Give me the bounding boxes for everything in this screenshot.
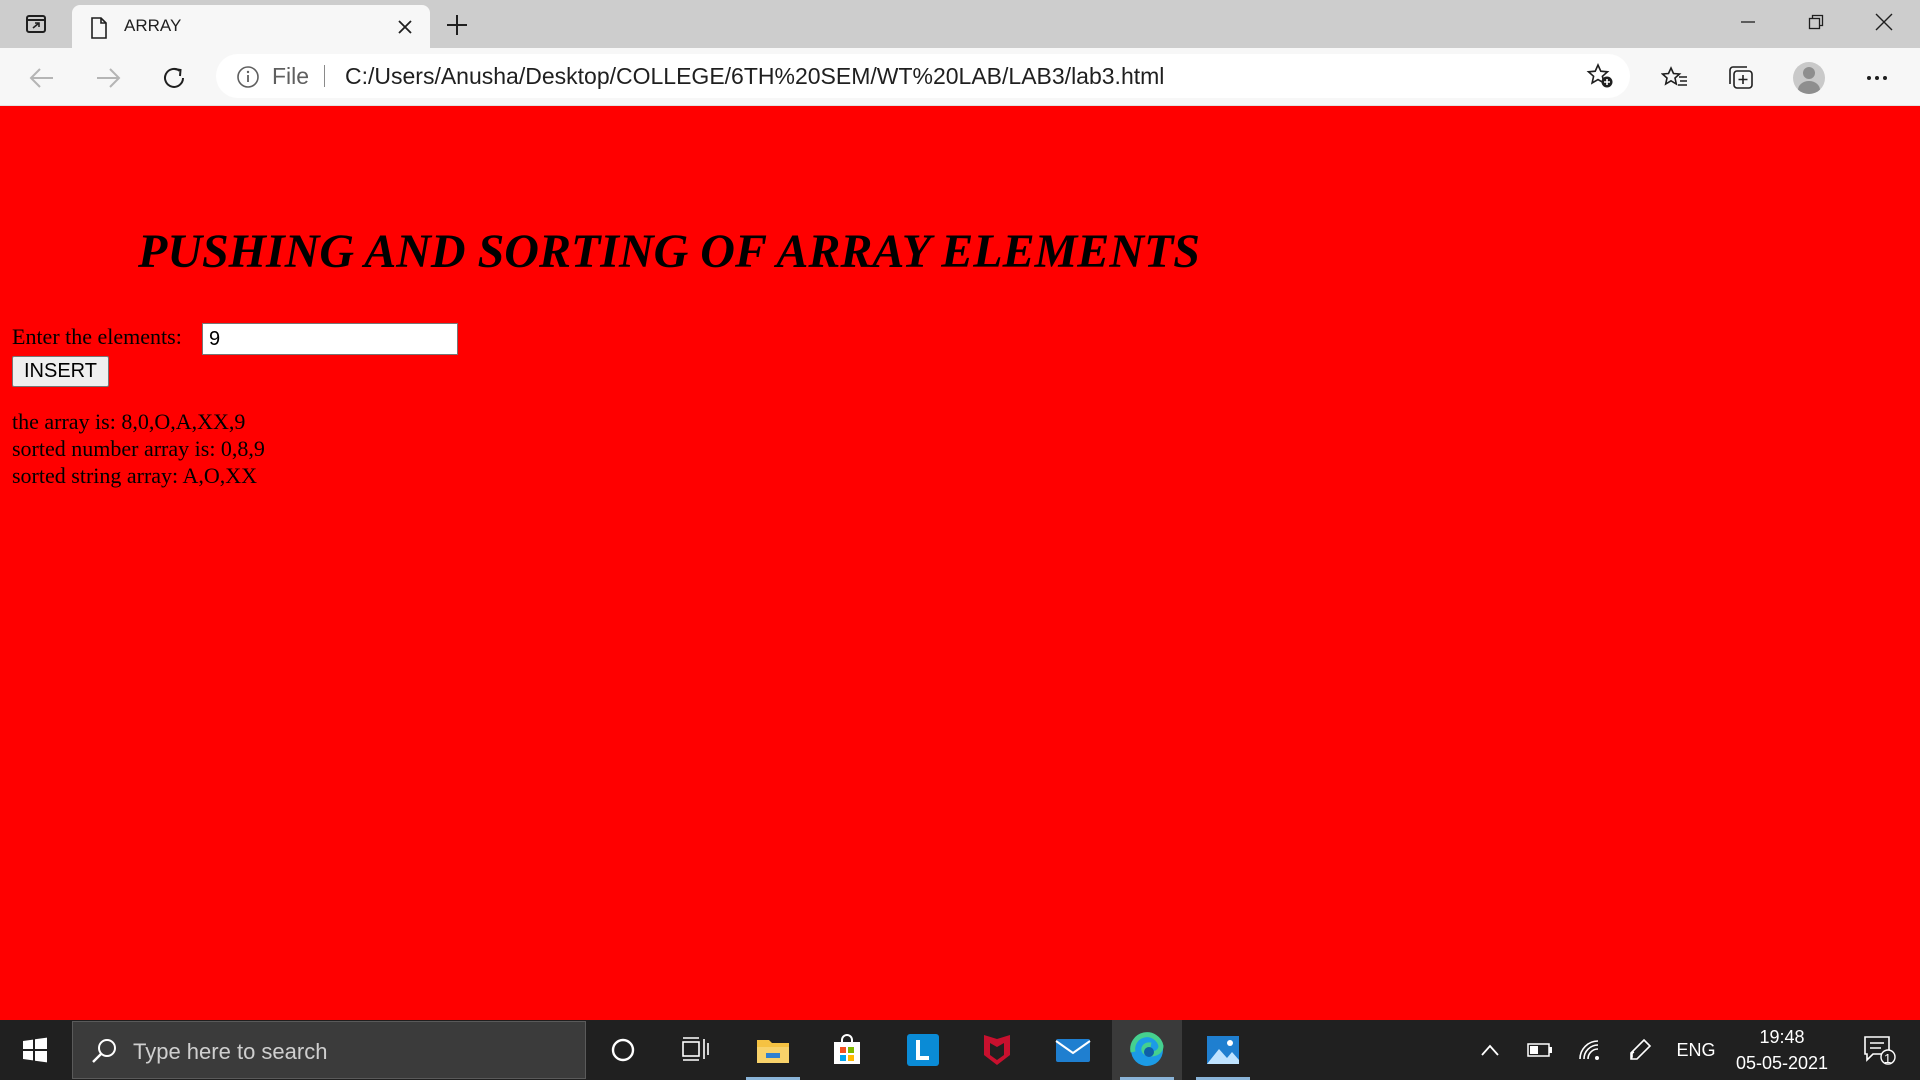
new-tab-button[interactable] [440, 8, 474, 42]
insert-button[interactable]: INSERT [12, 356, 109, 387]
notification-icon [1864, 1036, 1896, 1065]
folder-icon [757, 1040, 789, 1063]
network-tray-button[interactable] [1572, 1020, 1608, 1080]
battery-tray-button[interactable] [1522, 1020, 1558, 1080]
mcafee-shield-icon [984, 1035, 1010, 1065]
battery-icon [1527, 1043, 1552, 1057]
settings-and-more-button[interactable] [1856, 57, 1898, 99]
profile-button[interactable] [1788, 57, 1830, 99]
edge-browser-icon [1130, 1032, 1164, 1066]
avatar [1793, 62, 1825, 94]
taskbar: Type here to search ENG 19:48 05-05-2021… [0, 1020, 1920, 1080]
site-scheme-label[interactable]: File [272, 63, 309, 90]
page-title: PUSHING AND SORTING OF ARRAY ELEMENTS [138, 225, 1200, 278]
address-bar[interactable]: File C:/Users/Anusha/Desktop/COLLEGE/6TH… [216, 54, 1630, 98]
cortana-icon [611, 1038, 635, 1062]
minimize-button[interactable] [1714, 0, 1782, 44]
photos-taskbar-button[interactable] [1188, 1020, 1258, 1080]
mcafee-taskbar-button[interactable] [962, 1020, 1032, 1080]
clock-date: 05-05-2021 [1735, 1053, 1829, 1073]
forward-button[interactable] [88, 58, 128, 98]
show-hidden-icons-button[interactable] [1472, 1020, 1508, 1080]
input-language-indicator[interactable]: ENG [1668, 1020, 1724, 1080]
minimize-icon [1741, 21, 1755, 23]
back-button[interactable] [22, 58, 62, 98]
windows-logo-icon [23, 1037, 47, 1063]
taskbar-search-box[interactable]: Type here to search [72, 1021, 586, 1079]
restore-button[interactable] [1782, 0, 1850, 44]
clock-time: 19:48 [1759, 1027, 1805, 1047]
sorted-number-output: sorted number array is: 0,8,9 [12, 436, 265, 461]
task-view-icon [682, 1037, 709, 1061]
address-divider [324, 65, 325, 87]
url-text[interactable]: C:/Users/Anusha/Desktop/COLLEGE/6TH%20SE… [345, 63, 1164, 90]
mail-taskbar-button[interactable] [1038, 1020, 1108, 1080]
wifi-icon [1579, 1040, 1599, 1060]
window-close-button[interactable] [1850, 0, 1918, 44]
search-placeholder: Type here to search [133, 1039, 328, 1064]
page-viewport: PUSHING AND SORTING OF ARRAY ELEMENTS En… [0, 106, 1920, 1020]
add-favorite-icon[interactable] [1586, 63, 1614, 89]
pen-icon [1630, 1038, 1652, 1060]
refresh-button[interactable] [154, 58, 194, 98]
tab-strip: ARRAY [0, 0, 1920, 48]
file-explorer-taskbar-button[interactable] [738, 1020, 808, 1080]
close-icon [398, 20, 412, 34]
taskbar-clock[interactable]: 19:48 05-05-2021 [1730, 1024, 1834, 1076]
action-center-button[interactable]: 1 [1852, 1020, 1908, 1080]
lens-app-taskbar-button[interactable] [888, 1020, 958, 1080]
restore-icon [1808, 14, 1824, 30]
close-icon [1875, 13, 1893, 31]
chevron-up-icon [1481, 1044, 1499, 1056]
forward-arrow-icon [97, 68, 121, 88]
sorted-string-output: sorted string array: A,O,XX [12, 463, 258, 488]
elements-input-label: Enter the elements: [12, 324, 182, 349]
notification-badge: 1 [1884, 1051, 1892, 1066]
collections-button[interactable] [1720, 57, 1762, 99]
more-dots-icon [1867, 76, 1887, 80]
page-icon [91, 17, 107, 39]
start-button[interactable] [0, 1020, 70, 1080]
browser-tab[interactable]: ARRAY [72, 5, 430, 48]
tab-close-button[interactable] [392, 14, 418, 40]
tab-actions-button[interactable] [14, 9, 58, 39]
plus-icon [447, 15, 467, 35]
l-app-icon [907, 1034, 939, 1066]
back-arrow-icon [29, 68, 53, 88]
info-icon[interactable] [236, 65, 260, 89]
task-view-button[interactable] [660, 1020, 730, 1080]
tab-title: ARRAY [124, 16, 182, 35]
mail-icon [1055, 1039, 1091, 1062]
store-bag-icon [834, 1034, 860, 1064]
search-icon [92, 1039, 116, 1063]
cortana-button[interactable] [588, 1020, 658, 1080]
pen-tray-button[interactable] [1622, 1020, 1658, 1080]
refresh-icon [164, 67, 184, 88]
tab-actions-icon [26, 15, 46, 33]
favorites-button[interactable] [1654, 57, 1696, 99]
array-output: the array is: 8,0,O,A,XX,9 [12, 409, 246, 434]
microsoft-store-taskbar-button[interactable] [812, 1020, 882, 1080]
photos-icon [1207, 1036, 1239, 1064]
favorites-icon [1661, 66, 1687, 86]
collections-icon [1729, 66, 1753, 89]
navigation-bar: File C:/Users/Anusha/Desktop/COLLEGE/6TH… [0, 48, 1920, 106]
elements-input[interactable] [202, 323, 458, 355]
edge-taskbar-button[interactable] [1112, 1020, 1182, 1080]
